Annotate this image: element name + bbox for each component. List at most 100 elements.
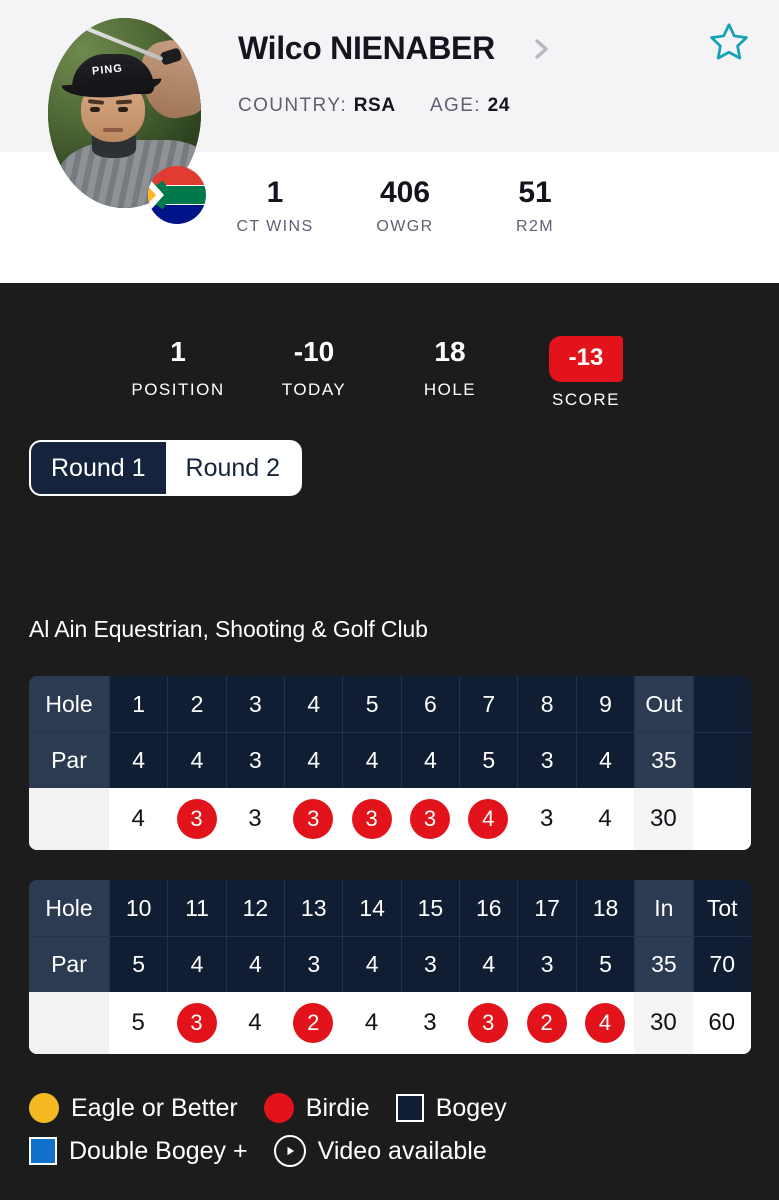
par-grand-total: 70 — [692, 936, 751, 992]
page-title[interactable]: Wilco NIENABER — [238, 30, 495, 67]
avatar[interactable]: PING — [48, 18, 206, 224]
score-summary-bar: 1 POSITION -10 TODAY 18 HOLE -13 SCORE — [110, 336, 710, 410]
kpi-owgr: 406 OWGR — [340, 176, 470, 236]
row-header-scores — [29, 788, 109, 850]
score-grand-total: 60 — [692, 992, 751, 1054]
score-cell[interactable]: 2 — [284, 992, 343, 1054]
row-header-hole: Hole — [29, 880, 109, 936]
kpi-value: 51 — [518, 176, 552, 209]
score-cell[interactable]: 3 — [342, 788, 401, 850]
chevron-right-icon[interactable] — [534, 38, 552, 60]
score-cell[interactable]: 4 — [225, 992, 285, 1054]
hole-number: 3 — [225, 676, 285, 732]
par-value: 5 — [108, 936, 168, 992]
legend-label: Video available — [317, 1136, 487, 1165]
score-cell[interactable]: 2 — [517, 992, 576, 1054]
hole-number: 18 — [575, 880, 635, 936]
round-tabs[interactable]: Round 1 Round 2 — [29, 440, 303, 496]
score-value: 3 — [539, 805, 554, 832]
star-outline-icon[interactable] — [707, 20, 751, 64]
par-value: 4 — [167, 936, 226, 992]
hole-number: 1 — [108, 676, 168, 732]
row-header-par: Par — [29, 936, 109, 992]
par-value: 4 — [400, 732, 460, 788]
player-given-name: Wilco — [238, 30, 322, 66]
summary-label: HOLE — [423, 380, 477, 399]
summary-value: 1 — [170, 336, 186, 367]
hole-number: 7 — [459, 676, 518, 732]
score-cell[interactable]: 3 — [400, 992, 460, 1054]
par-value: 4 — [225, 936, 285, 992]
player-meta: COUNTRY: RSA AGE: 24 — [238, 95, 510, 117]
summary-today: -10 TODAY — [246, 336, 382, 400]
table-row-hole: Hole 10 11 12 13 14 15 16 17 18 In Tot — [29, 880, 751, 936]
score-cell[interactable]: 4 — [575, 992, 635, 1054]
bogey-square-icon — [395, 1094, 424, 1122]
score-cell[interactable]: 3 — [459, 992, 518, 1054]
hole-number: 16 — [459, 880, 518, 936]
score-cell[interactable]: 4 — [108, 788, 168, 850]
kpi-label: OWGR — [376, 218, 434, 235]
score-cell[interactable]: 4 — [575, 788, 635, 850]
par-value: 5 — [459, 732, 518, 788]
score-cell[interactable]: 3 — [400, 788, 460, 850]
summary-hole: 18 HOLE — [382, 336, 518, 400]
legend-label: Bogey — [435, 1093, 507, 1122]
tab-round-1[interactable]: Round 1 — [31, 442, 166, 494]
legend-eagle: Eagle or Better — [29, 1093, 238, 1123]
south-africa-flag-icon — [148, 166, 206, 224]
summary-label: SCORE — [552, 390, 620, 409]
table-row-scores: 4 3 3 3 3 3 4 3 4 30 — [29, 788, 751, 850]
score-cell[interactable]: 3 — [284, 788, 343, 850]
hole-number: 17 — [517, 880, 576, 936]
par-value: 4 — [108, 732, 168, 788]
summary-label: POSITION — [131, 380, 225, 399]
score-cell[interactable]: 3 — [517, 788, 576, 850]
summary-label: TODAY — [281, 380, 347, 399]
par-value: 4 — [575, 732, 635, 788]
score-value-birdie: 3 — [176, 799, 217, 839]
par-value: 4 — [167, 732, 226, 788]
score-value: 4 — [248, 1009, 262, 1036]
play-circle-icon — [273, 1135, 306, 1167]
score-cell[interactable]: 4 — [459, 788, 518, 850]
legend-bogey: Bogey — [395, 1093, 507, 1123]
par-in-total: 35 — [634, 936, 693, 992]
table-row-par: Par 4 4 3 4 4 4 5 3 4 35 — [29, 732, 751, 788]
row-header-hole: Hole — [29, 676, 109, 732]
legend-row-1: Eagle or Better Birdie Bogey — [29, 1093, 749, 1123]
hole-number: 12 — [225, 880, 285, 936]
tab-round-2[interactable]: Round 2 — [165, 442, 301, 494]
player-kpis: 1 CT WINS 406 OWGR 51 R2M — [210, 176, 650, 236]
row-header-scores — [29, 992, 109, 1054]
score-cell[interactable]: 4 — [342, 992, 401, 1054]
par-value: 3 — [400, 936, 460, 992]
legend-label: Double Bogey + — [69, 1136, 248, 1165]
par-value: 3 — [225, 732, 285, 788]
status-badge: -13 — [549, 336, 623, 382]
kpi-label: CT WINS — [236, 218, 314, 235]
empty-cell — [692, 788, 751, 850]
legend-birdie: Birdie — [263, 1093, 370, 1123]
age-value: 24 — [487, 95, 511, 116]
score-cell[interactable]: 3 — [167, 992, 226, 1054]
player-scorecard-page: PING Wilco NIENABER COUNTRY: RSA AGE: 24 — [0, 0, 779, 1200]
score-value-birdie: 4 — [468, 799, 509, 839]
empty-cell — [692, 732, 751, 788]
hole-number: 8 — [517, 676, 576, 732]
hole-number: 14 — [342, 880, 401, 936]
par-value: 3 — [517, 936, 576, 992]
summary-value: 18 — [434, 336, 466, 367]
table-row-par: Par 5 4 4 3 4 3 4 3 5 35 70 — [29, 936, 751, 992]
score-cell[interactable]: 5 — [108, 992, 168, 1054]
hole-number: 2 — [167, 676, 226, 732]
kpi-ct-wins: 1 CT WINS — [210, 176, 340, 236]
summary-value: -10 — [293, 336, 335, 367]
hole-number: 9 — [575, 676, 635, 732]
age-label: AGE: — [429, 95, 481, 116]
score-cell[interactable]: 3 — [225, 788, 285, 850]
hole-number: 10 — [108, 880, 168, 936]
score-cell[interactable]: 3 — [167, 788, 226, 850]
score-in-total: 30 — [634, 992, 693, 1054]
hole-number: 5 — [342, 676, 401, 732]
